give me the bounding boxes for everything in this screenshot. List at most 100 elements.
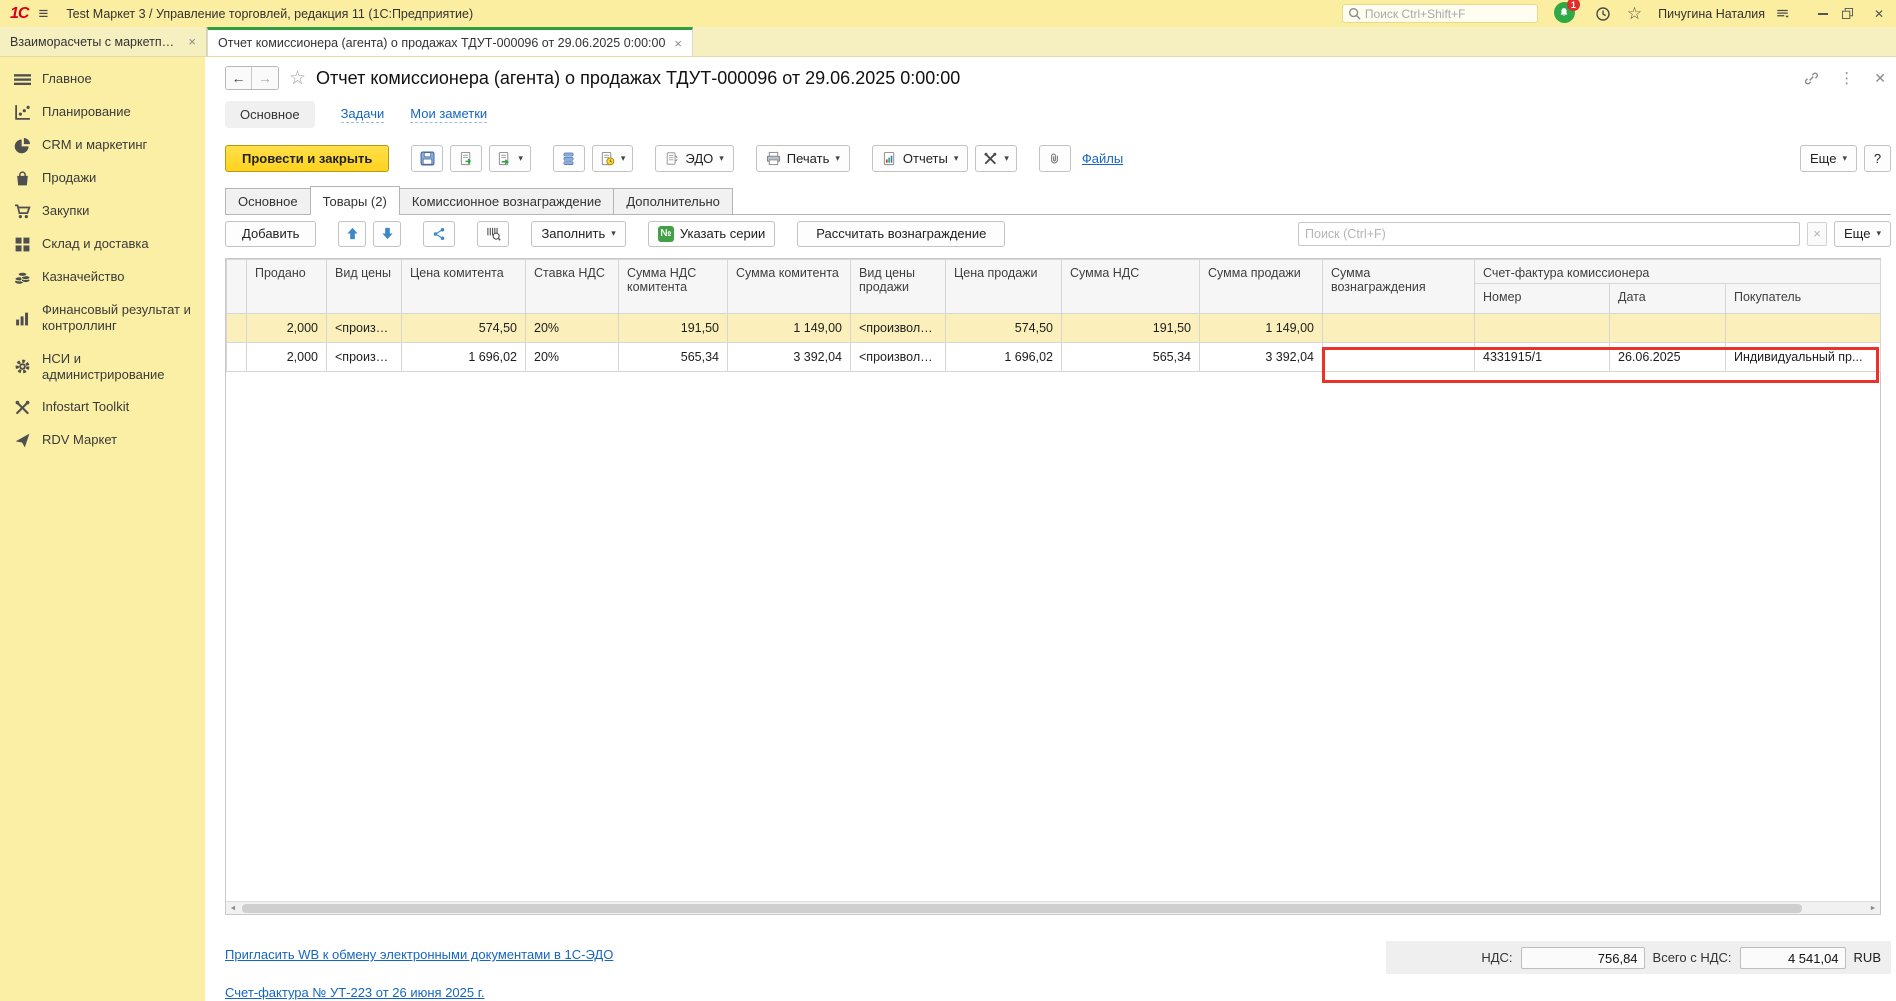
column-group-invoice[interactable]: Счет-фактура комиссионера [1475, 260, 1881, 284]
vat-total-field[interactable]: 756,84 [1521, 947, 1645, 969]
cell-principal-vat[interactable]: 565,34 [619, 343, 728, 372]
restore-button[interactable] [1842, 8, 1860, 19]
notifications-button[interactable]: 1 [1554, 2, 1577, 25]
invoice-link[interactable]: Счет-фактура № УТ-223 от 26 июня 2025 г. [225, 985, 485, 1000]
tab-main[interactable]: Основное [225, 188, 311, 215]
post-button[interactable] [450, 145, 482, 172]
favorite-star-icon[interactable]: ☆ [289, 67, 306, 90]
column-header-fee-sum[interactable]: Сумма вознаграждения [1323, 260, 1475, 314]
service-tools-button[interactable]: ▾ [975, 145, 1017, 172]
cell-sale-price[interactable]: 1 696,02 [946, 343, 1062, 372]
cell-vat-sum[interactable]: 565,34 [1062, 343, 1200, 372]
move-down-button[interactable] [373, 221, 401, 247]
save-button[interactable] [411, 145, 443, 172]
grid-more-button[interactable]: Еще ▾ [1834, 221, 1891, 247]
reports-button[interactable]: Отчеты ▾ [872, 145, 968, 172]
invite-edo-link[interactable]: Пригласить WB к обмену электронными доку… [225, 947, 613, 962]
cell-invoice-number[interactable] [1475, 314, 1610, 343]
cell-principal-vat[interactable]: 191,50 [619, 314, 728, 343]
clear-search-button[interactable]: × [1807, 222, 1827, 246]
scroll-left-icon[interactable]: ◄ [226, 905, 240, 912]
column-header-principal-price[interactable]: Цена комитента [402, 260, 526, 314]
cell-vat-rate[interactable]: 20% [526, 343, 619, 372]
share-structure-button[interactable] [423, 221, 455, 247]
table-row[interactable]: 2,000 <произво... 1 696,02 20% 565,34 3 … [227, 343, 1881, 372]
cell-principal-sum[interactable]: 3 392,04 [728, 343, 851, 372]
close-tab-icon[interactable]: × [674, 36, 682, 51]
global-search-input[interactable] [1365, 7, 1525, 21]
cell-sale-price[interactable]: 574,50 [946, 314, 1062, 343]
user-menu-icon[interactable] [1775, 7, 1790, 21]
more-actions-icon[interactable]: ⋮ [1839, 69, 1854, 87]
forward-button[interactable]: → [252, 67, 278, 89]
history-icon[interactable] [1595, 6, 1611, 22]
cell-sale-sum[interactable]: 1 149,00 [1200, 314, 1323, 343]
cell-principal-price[interactable]: 574,50 [402, 314, 526, 343]
add-row-button[interactable]: Добавить [225, 221, 316, 247]
grid-search-input[interactable] [1305, 227, 1793, 241]
horizontal-scrollbar[interactable]: ◄ ► [226, 901, 1880, 914]
column-header-sale-price-kind[interactable]: Вид цены продажи [851, 260, 946, 314]
nav-main[interactable]: Основное [225, 101, 315, 128]
print-button[interactable]: Печать ▾ [756, 145, 850, 172]
column-header-invoice-number[interactable]: Номер [1475, 284, 1610, 314]
cell-sale-price-kind[interactable]: <произволь... [851, 343, 946, 372]
barcode-scan-button[interactable] [477, 221, 509, 247]
cell-vat-rate[interactable]: 20% [526, 314, 619, 343]
sidebar-item-infostart[interactable]: Infostart Toolkit [0, 391, 205, 424]
table-row[interactable]: 2,000 <произво... 574,50 20% 191,50 1 14… [227, 314, 1881, 343]
cell-sold[interactable]: 2,000 [247, 343, 327, 372]
column-header-sale-sum[interactable]: Сумма продажи [1200, 260, 1323, 314]
cell-principal-price[interactable]: 1 696,02 [402, 343, 526, 372]
back-button[interactable]: ← [226, 67, 252, 89]
favorites-star-icon[interactable]: ☆ [1627, 4, 1642, 24]
post-and-close-button[interactable]: Провести и закрыть [225, 145, 389, 172]
column-header-principal-vat[interactable]: Сумма НДС комитента [619, 260, 728, 314]
main-menu-icon[interactable]: ≡ [38, 4, 48, 24]
nav-tasks[interactable]: Задачи [341, 106, 385, 123]
total-with-vat-field[interactable]: 4 541,04 [1740, 947, 1846, 969]
cell-sale-sum[interactable]: 3 392,04 [1200, 343, 1323, 372]
column-header-invoice-date[interactable]: Дата [1610, 284, 1726, 314]
cell-principal-sum[interactable]: 1 149,00 [728, 314, 851, 343]
sidebar-item-crm[interactable]: CRM и маркетинг [0, 129, 205, 162]
schedule-button[interactable]: ▾ [592, 145, 634, 172]
tab-commission[interactable]: Комиссионное вознаграждение [399, 188, 615, 215]
sidebar-item-warehouse[interactable]: Склад и доставка [0, 228, 205, 261]
nav-notes[interactable]: Мои заметки [410, 106, 487, 123]
close-tab-icon[interactable]: × [188, 34, 196, 49]
files-link[interactable]: Файлы [1082, 151, 1123, 166]
sidebar-item-rdv-market[interactable]: RDV Маркет [0, 424, 205, 457]
edo-button[interactable]: ЭДО ▾ [655, 145, 733, 172]
column-header-buyer[interactable]: Покупатель [1726, 284, 1881, 314]
specify-series-button[interactable]: № Указать серии [648, 221, 775, 247]
close-document-icon[interactable]: ✕ [1874, 70, 1886, 87]
sidebar-item-finance[interactable]: Финансовый результат и контроллинг [0, 294, 205, 343]
sidebar-item-sales[interactable]: Продажи [0, 162, 205, 195]
more-button[interactable]: Еще ▾ [1800, 145, 1857, 172]
global-search[interactable] [1342, 4, 1538, 23]
sidebar-item-treasury[interactable]: Казначейство [0, 261, 205, 294]
cell-sold[interactable]: 2,000 [247, 314, 327, 343]
cell-price-kind[interactable]: <произво... [327, 314, 402, 343]
tab-goods[interactable]: Товары (2) [310, 186, 400, 215]
grid-search[interactable] [1298, 222, 1800, 246]
cell-price-kind[interactable]: <произво... [327, 343, 402, 372]
cell-fee-sum[interactable] [1323, 314, 1475, 343]
attachments-button[interactable] [1039, 145, 1071, 172]
cell-invoice-date[interactable] [1610, 314, 1726, 343]
sidebar-item-purchases[interactable]: Закупки [0, 195, 205, 228]
column-header-vat-sum[interactable]: Сумма НДС [1062, 260, 1200, 314]
scrollbar-thumb[interactable] [242, 904, 1802, 913]
cell-buyer[interactable]: Индивидуальный пр... [1726, 343, 1881, 372]
cell-invoice-date[interactable]: 26.06.2025 [1610, 343, 1726, 372]
minimize-button[interactable] [1814, 7, 1832, 21]
app-tab-marketplaces[interactable]: Взаиморасчеты с маркетплейсами × [0, 27, 207, 56]
column-header-vat-rate[interactable]: Ставка НДС [526, 260, 619, 314]
sidebar-item-main[interactable]: Главное [0, 63, 205, 96]
document-movements-button[interactable] [553, 145, 585, 172]
move-up-button[interactable] [338, 221, 366, 247]
copy-link-icon[interactable] [1804, 71, 1819, 86]
column-header-sold[interactable]: Продано [247, 260, 327, 314]
close-window-button[interactable]: ✕ [1870, 7, 1888, 21]
